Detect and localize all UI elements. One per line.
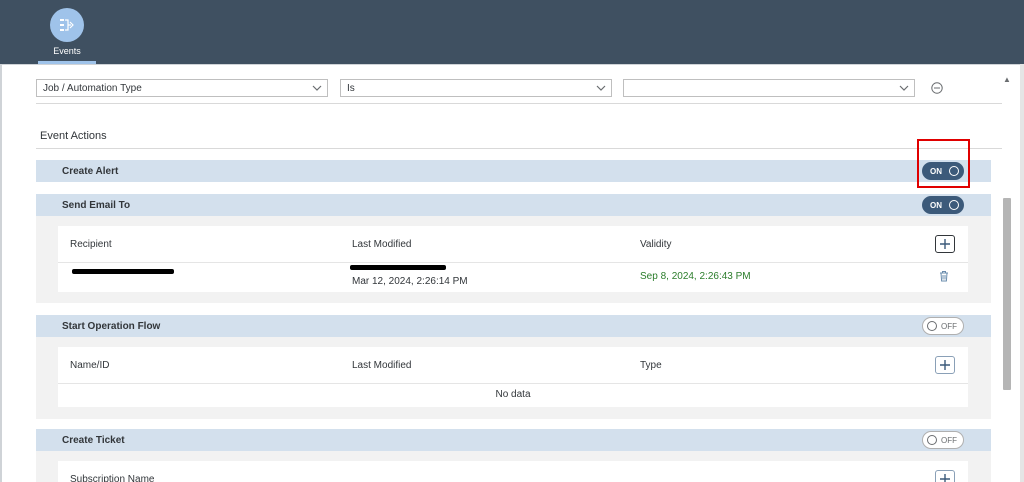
- chevron-down-icon: [899, 85, 909, 91]
- plus-icon: [940, 239, 950, 249]
- header-divider: [58, 383, 968, 384]
- start-operation-flow-panel: Start Operation Flow OFF Name/ID Last Mo…: [36, 315, 991, 419]
- chevron-down-icon: [312, 85, 322, 91]
- remove-filter-icon[interactable]: [931, 82, 943, 94]
- redacted-modified-by: [350, 265, 446, 270]
- heading-divider: [36, 148, 1002, 149]
- last-modified-cell: Mar 12, 2024, 2:26:14 PM: [352, 276, 468, 287]
- add-operation-flow-button[interactable]: [935, 356, 955, 374]
- column-header-name-id: Name/ID: [70, 360, 110, 371]
- plus-icon: [940, 474, 950, 482]
- create-ticket-title: Create Ticket: [62, 435, 125, 446]
- send-email-title: Send Email To: [62, 200, 131, 211]
- chevron-down-icon: [596, 85, 606, 91]
- filter-field-select[interactable]: Job / Automation Type: [36, 79, 328, 97]
- start-operation-flow-toggle[interactable]: OFF: [922, 317, 964, 335]
- flow-tree-icon: [50, 8, 84, 42]
- header-divider: [58, 262, 968, 263]
- start-operation-flow-title: Start Operation Flow: [62, 321, 161, 332]
- nav-item-events-label: Events: [53, 46, 81, 56]
- send-email-toggle[interactable]: ON: [922, 196, 964, 214]
- frame-left-border: [0, 64, 2, 482]
- send-email-panel: Send Email To ON Recipient Last Modified…: [36, 194, 991, 303]
- frame-right-border: [1020, 64, 1024, 482]
- filter-value-select[interactable]: [623, 79, 915, 97]
- toggle-label: OFF: [941, 436, 957, 445]
- recipients-table: Recipient Last Modified Validity Mar 12,…: [58, 226, 968, 292]
- column-header-recipient: Recipient: [70, 239, 112, 250]
- nav-item-events[interactable]: Events: [38, 0, 96, 64]
- plus-icon: [940, 360, 950, 370]
- create-ticket-toggle[interactable]: OFF: [922, 431, 964, 449]
- column-header-last-modified: Last Modified: [352, 360, 412, 371]
- toggle-knob: [927, 435, 937, 445]
- highlight-box: [917, 139, 970, 188]
- toggle-knob: [927, 321, 937, 331]
- filter-field-value: Job / Automation Type: [43, 83, 142, 94]
- create-alert-header: Create Alert ON: [36, 160, 991, 182]
- ticket-table: Subscription Name: [58, 461, 968, 482]
- add-ticket-button[interactable]: [935, 470, 955, 482]
- create-ticket-panel: Create Ticket OFF Subscription Name: [36, 429, 991, 482]
- redacted-recipient: [72, 269, 174, 274]
- filter-divider: [36, 103, 1002, 104]
- filter-operator-select[interactable]: Is: [340, 79, 612, 97]
- toggle-knob: [949, 200, 959, 210]
- event-actions-heading: Event Actions: [40, 130, 107, 142]
- validity-cell: Sep 8, 2024, 2:26:43 PM: [640, 271, 751, 282]
- toggle-label: OFF: [941, 322, 957, 331]
- trash-icon[interactable]: [938, 270, 950, 282]
- toggle-label: ON: [930, 201, 942, 210]
- add-recipient-button[interactable]: [935, 235, 955, 253]
- send-email-header: Send Email To ON: [36, 194, 991, 216]
- create-ticket-header: Create Ticket OFF: [36, 429, 991, 451]
- column-header-type: Type: [640, 360, 662, 371]
- scrollbar-thumb[interactable]: [1003, 198, 1011, 390]
- no-data-text: No data: [495, 389, 531, 400]
- operation-flow-table: Name/ID Last Modified Type No data: [58, 347, 968, 407]
- column-header-validity: Validity: [640, 239, 672, 250]
- scroll-up-icon[interactable]: ▲: [1001, 75, 1013, 85]
- create-alert-title: Create Alert: [62, 166, 119, 177]
- column-header-last-modified: Last Modified: [352, 239, 412, 250]
- frame-divider: [0, 64, 1024, 65]
- filter-operator-value: Is: [347, 83, 355, 94]
- create-alert-panel: Create Alert ON: [36, 160, 991, 182]
- top-bar: Events: [0, 0, 1024, 64]
- start-operation-flow-header: Start Operation Flow OFF: [36, 315, 991, 337]
- column-header-subscription-name: Subscription Name: [70, 474, 155, 482]
